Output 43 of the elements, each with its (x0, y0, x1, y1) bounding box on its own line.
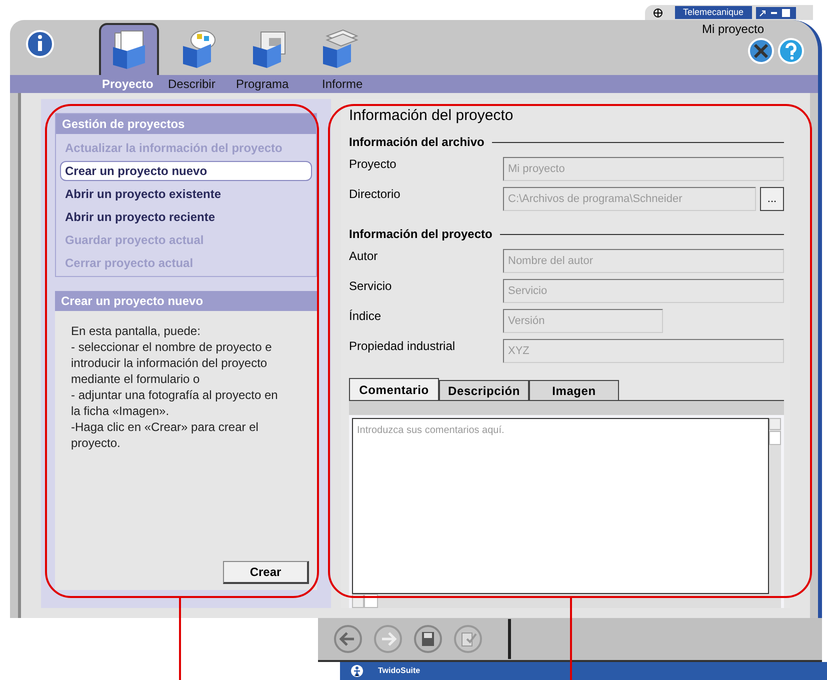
info-icon[interactable] (26, 30, 54, 58)
back-icon[interactable] (332, 623, 364, 655)
text-field[interactable]: Nombre del autor (503, 249, 784, 273)
create-button[interactable]: Crear (223, 561, 309, 584)
browse-button[interactable]: ... (760, 187, 784, 211)
text-field[interactable]: XYZ (503, 339, 784, 363)
text-field[interactable]: Mi proyecto (503, 157, 784, 181)
brand-label: Telemecanique (675, 6, 752, 19)
section-heading: Información del proyecto (349, 226, 492, 243)
detail-tab[interactable]: Descripción (439, 380, 529, 400)
comment-field[interactable]: Introduzca sus comentarios aquí. (352, 418, 769, 594)
field-label: Directorio (349, 187, 402, 201)
main-tab[interactable]: Describir (168, 75, 236, 93)
field-label: Propiedad industrial (349, 339, 456, 353)
section-heading: Información del archivo (349, 134, 484, 151)
project-name: Mi proyecto (702, 22, 764, 36)
help-text: - seleccionar el nombre de proyecto e introducir la información del proyecto mediante el formulario o (71, 339, 273, 387)
field-label: Autor (349, 249, 379, 263)
vertical-scrollbar[interactable] (769, 418, 781, 594)
detail-tab[interactable]: Imagen (529, 380, 619, 400)
save-icon[interactable] (412, 623, 444, 655)
help-text: -Haga clic en «Crear» para crear el proyecto. (71, 419, 260, 451)
text-field[interactable]: C:\Archivos de programa\Schneider (503, 187, 756, 211)
text-field[interactable]: Versión (503, 309, 663, 333)
document-check-icon[interactable] (452, 623, 484, 655)
menu-item[interactable]: Abrir un proyecto reciente (60, 207, 312, 227)
window-controls-icon[interactable] (756, 6, 796, 18)
main-tab[interactable]: Informe (322, 75, 390, 93)
section-title: Crear un proyecto nuevo (55, 291, 317, 311)
menu-item[interactable]: Abrir un proyecto existente (60, 184, 312, 204)
main-tab[interactable]: Programa (236, 75, 304, 93)
section-title: Gestión de proyectos (56, 114, 316, 134)
help-text: En esta pantalla, puede: (71, 323, 202, 339)
detail-tab[interactable]: Comentario (349, 378, 439, 400)
help-text: - adjuntar una fotografía al proyecto en la ficha «Imagen». (71, 387, 279, 419)
field-label: Proyecto (349, 157, 398, 171)
form-title: Información del proyecto (349, 107, 514, 125)
field-label: Índice (349, 309, 382, 323)
app-name: TwidoSuite (378, 665, 420, 677)
menu-item[interactable]: Crear un proyecto nuevo (60, 161, 312, 181)
text-field[interactable]: Servicio (503, 279, 784, 303)
field-label: Servicio (349, 279, 393, 293)
globe-icon (653, 8, 663, 18)
